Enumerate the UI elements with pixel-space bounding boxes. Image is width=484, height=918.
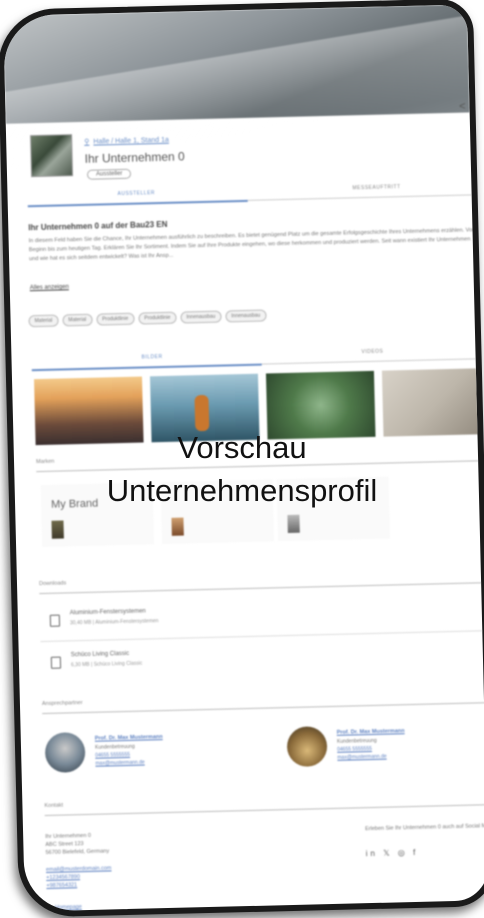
tag-chip[interactable]: Innenausbau [180, 310, 222, 324]
facebook-icon[interactable]: f [413, 848, 418, 857]
homepage-link[interactable]: Homepage [55, 904, 82, 911]
tab-divider [247, 193, 484, 201]
contacts-divider [42, 701, 484, 715]
show-all-link[interactable]: Alles anzeigen [30, 284, 69, 291]
document-icon [49, 614, 61, 627]
exhibitor-badge: Aussteller [86, 168, 132, 180]
tab-images[interactable]: BILDER [141, 354, 162, 361]
download-meta: 30,40 MB | Aluminium-Fenstersystemen [69, 618, 159, 627]
tag-chip[interactable]: Innenausbau [225, 309, 267, 323]
tab-divider [261, 357, 484, 365]
contact-email[interactable]: max@mustermann.de [337, 754, 386, 761]
tab-fair[interactable]: MESSEAUFTRITT [352, 184, 400, 191]
contact-role: Kundenbetreuung [94, 743, 135, 751]
avatar [286, 726, 328, 768]
tag-chip[interactable]: Material [28, 314, 59, 328]
preview-caption: Vorschau Unternehmensprofil [0, 426, 484, 512]
phone-link[interactable]: +1234567890 [46, 874, 80, 881]
contact-phone[interactable]: 04655 5555555 [337, 746, 372, 753]
share-icon[interactable]: < [459, 101, 466, 113]
contact-card: Prof. Dr. Max Mustermann Kundenbetreuung… [44, 728, 246, 793]
phone-link[interactable]: +987654321 [46, 882, 77, 889]
tab-videos[interactable]: VIDEOS [361, 349, 383, 356]
brand-logo [51, 520, 64, 539]
caption-line-1: Vorschau [177, 430, 307, 465]
instagram-icon[interactable]: ◎ [398, 848, 408, 857]
brand-logo [287, 514, 300, 533]
x-icon[interactable]: 𝕏 [383, 849, 393, 858]
email-link[interactable]: email@musterdomain.com [46, 865, 112, 873]
download-name: Aluminium-Fenstersystemen [69, 608, 146, 617]
kontakt-divider [44, 803, 484, 817]
about-title: Ihr Unternehmen 0 auf der Bau23 EN [28, 219, 168, 233]
company-logo [30, 134, 74, 178]
brand-logo [171, 517, 184, 536]
about-text: In diesem Feld haben Sie die Chance, Ihr… [28, 227, 477, 263]
contacts-label: Ansprechpartner [41, 700, 83, 708]
downloads-label: Downloads [38, 580, 67, 588]
linkedin-icon[interactable]: in [366, 849, 378, 858]
tag-chip[interactable]: Produktlinie [96, 312, 135, 326]
profile-tabs: AUSSTELLER MESSEAUFTRITT [27, 182, 484, 209]
tag-chip[interactable]: Material [62, 313, 93, 327]
avatar [44, 732, 86, 773]
location-pin-icon: ⚲ [84, 138, 90, 146]
tag-chips: Material Material Produktlinie Produktli… [28, 309, 267, 328]
social-icons: in 𝕏 ◎ f [366, 848, 419, 858]
contact-card: Prof. Dr. Max Mustermann Kundenbetreuung… [286, 722, 484, 787]
kontakt-label: Kontakt [44, 802, 64, 810]
social-media-text: Erleben Sie Ihr Unternehmen 0 auch auf S… [365, 822, 484, 833]
downloads-divider [39, 581, 484, 595]
tag-chip[interactable]: Produktlinie [138, 311, 177, 325]
tab-exhibitor[interactable]: AUSSTELLER [117, 190, 155, 197]
caption-line-2: Unternehmensprofil [106, 473, 378, 508]
download-name: Schüco Living Classic [70, 650, 130, 659]
company-name: Ihr Unternehmen 0 [84, 149, 185, 166]
active-tab-indicator [31, 363, 262, 372]
contact-name[interactable]: Prof. Dr. Max Mustermann [337, 728, 405, 736]
contact-email[interactable]: max@mustermann.de [95, 760, 144, 767]
address-line: 56700 Bielefeld, Germany [45, 848, 110, 857]
download-item[interactable]: Schüco Living Classic 6,30 MB | Schüco L… [41, 638, 484, 681]
contact-name[interactable]: Prof. Dr. Max Mustermann [95, 734, 163, 742]
address-block: Ihr Unternehmen 0 ABC Street 123 56700 B… [45, 831, 109, 857]
cover-image [0, 0, 484, 178]
document-icon [50, 656, 62, 669]
contact-role: Kundenbetreuung [336, 737, 377, 745]
active-tab-indicator [27, 199, 248, 208]
download-meta: 6,30 MB | Schüco Living Classic [70, 660, 143, 669]
contact-phone[interactable]: 04655 5555555 [95, 752, 130, 759]
